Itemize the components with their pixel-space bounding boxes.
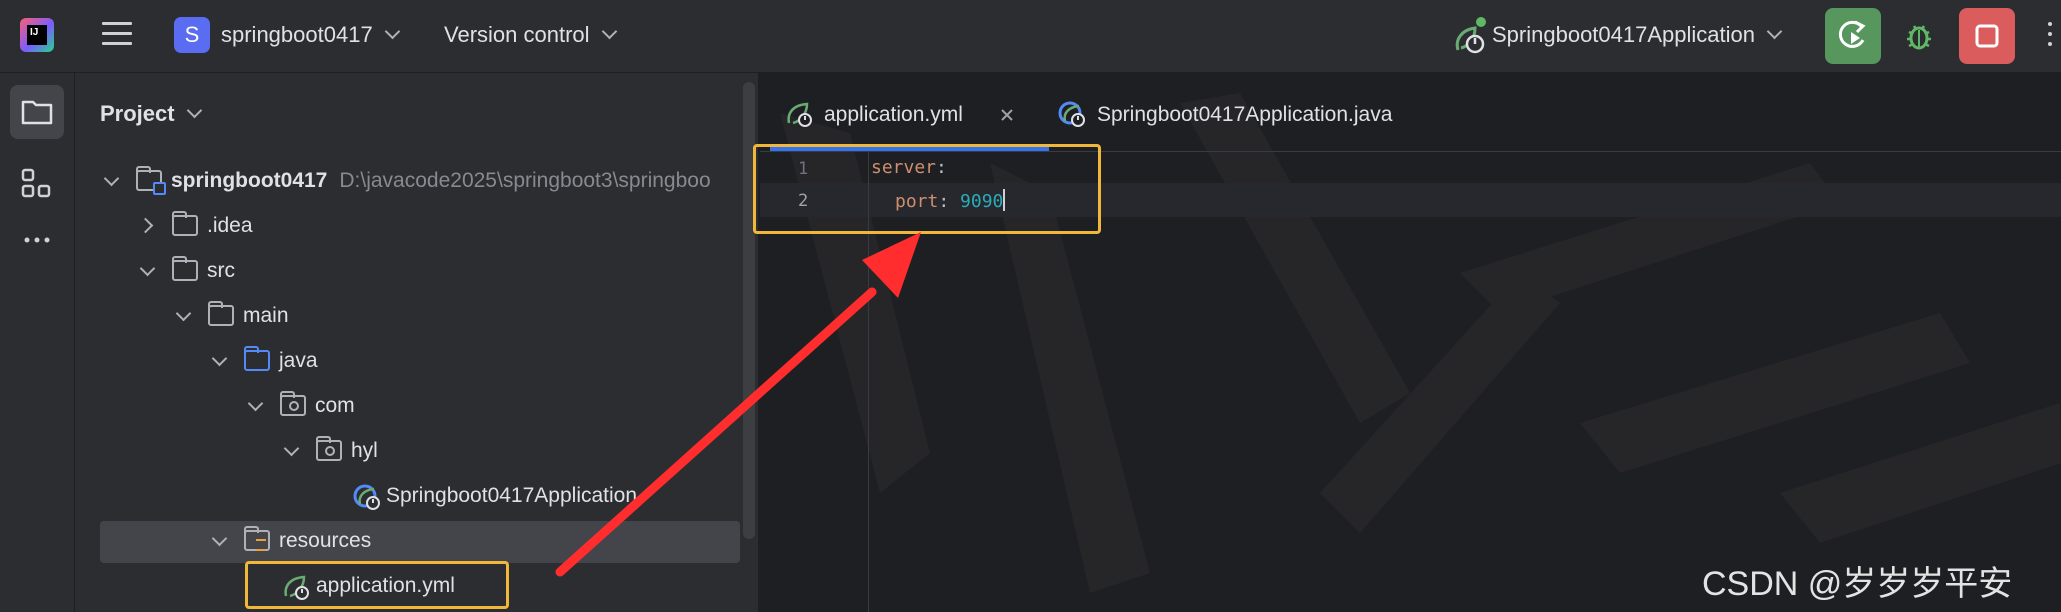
watermark: CSDN @岁岁岁平安	[1702, 565, 2013, 603]
annotation-arrow	[555, 232, 921, 577]
